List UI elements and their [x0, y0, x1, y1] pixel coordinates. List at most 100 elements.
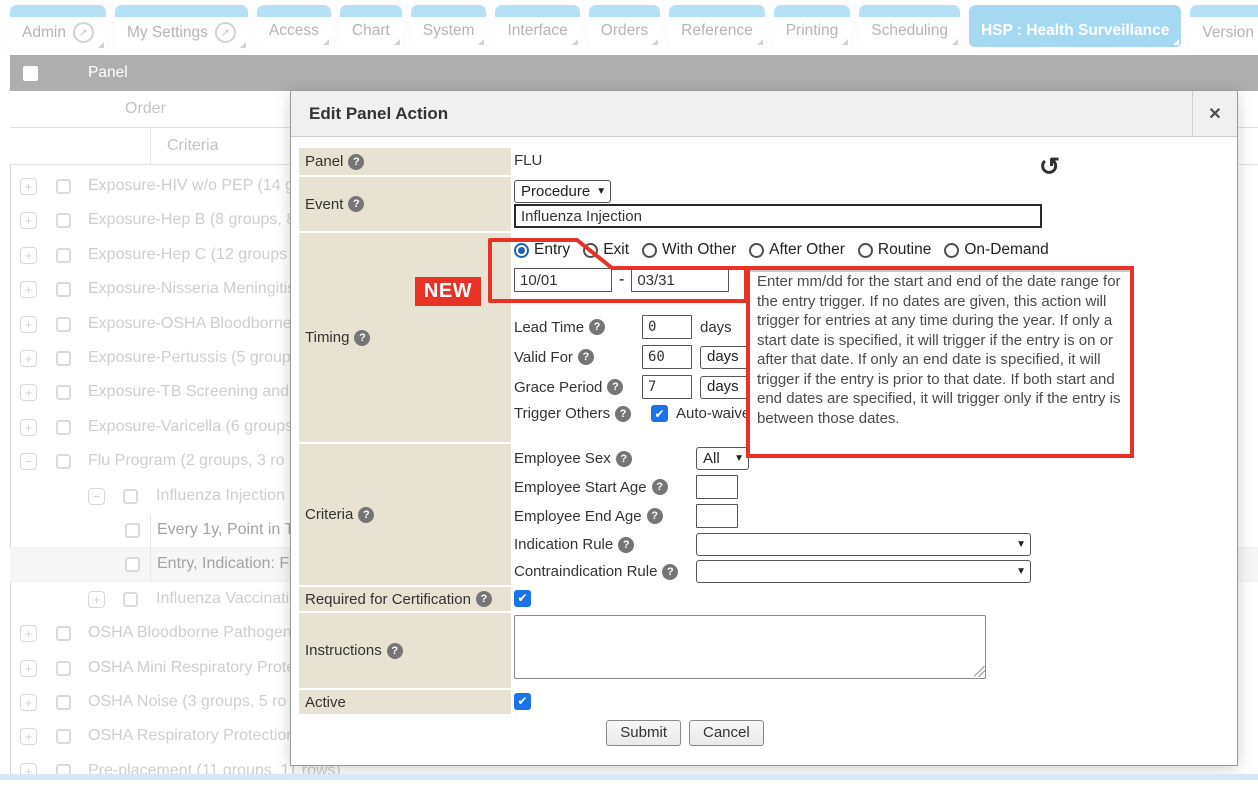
employee-sex-select[interactable]: All [696, 447, 749, 470]
expand-toggle-icon[interactable]: + [20, 660, 37, 677]
expand-toggle-icon[interactable]: + [88, 591, 105, 608]
radio-button-icon[interactable] [944, 243, 959, 258]
collapse-toggle-icon[interactable]: − [88, 488, 105, 505]
lead-time-input[interactable] [642, 315, 692, 339]
expand-toggle-icon[interactable]: + [20, 419, 37, 436]
row-checkbox[interactable] [125, 557, 140, 572]
row-checkbox[interactable] [56, 248, 71, 263]
expand-toggle-icon[interactable]: + [20, 350, 37, 367]
nav-tab-my-settings[interactable]: My Settings [115, 5, 248, 50]
external-link-icon[interactable] [215, 22, 236, 43]
select-all-checkbox[interactable] [23, 66, 38, 81]
nav-tab-version[interactable]: Version [1190, 5, 1258, 50]
radio-label: Routine [878, 241, 931, 259]
valid-for-row: Valid For days [514, 345, 764, 369]
nav-tab-interface[interactable]: Interface [495, 5, 579, 47]
row-checkbox[interactable] [56, 695, 71, 710]
start-date-input[interactable] [514, 268, 612, 292]
event-type-select[interactable]: Procedure [514, 180, 611, 203]
help-icon[interactable] [589, 319, 605, 335]
help-icon[interactable] [348, 154, 364, 170]
contraindication-rule-row: Contraindication Rule [514, 560, 1031, 583]
tab-label: Orders [601, 22, 648, 40]
help-icon[interactable] [354, 330, 370, 346]
help-icon[interactable] [662, 564, 678, 580]
help-icon[interactable] [578, 349, 594, 365]
row-checkbox[interactable] [56, 420, 71, 435]
radio-button-icon[interactable] [642, 243, 657, 258]
external-link-icon[interactable] [73, 22, 94, 43]
help-icon[interactable] [616, 451, 632, 467]
row-checkbox[interactable] [56, 282, 71, 297]
expand-toggle-icon[interactable]: + [20, 384, 37, 401]
instructions-label: Instructions [299, 613, 511, 688]
radio-routine[interactable]: Routine [858, 241, 931, 259]
row-checkbox[interactable] [56, 351, 71, 366]
event-value-input[interactable] [514, 204, 1042, 228]
nav-tab-reference[interactable]: Reference [669, 5, 765, 47]
expand-toggle-icon[interactable]: + [20, 281, 37, 298]
row-checkbox[interactable] [56, 385, 71, 400]
valid-for-input[interactable] [642, 345, 692, 369]
row-checkbox[interactable] [56, 729, 71, 744]
radio-entry[interactable]: Entry [514, 241, 570, 259]
radio-after-other[interactable]: After Other [749, 241, 845, 259]
employee-end-age-input[interactable] [696, 504, 738, 528]
radio-button-icon[interactable] [583, 243, 598, 258]
nav-tab-scheduling[interactable]: Scheduling [859, 5, 960, 47]
nav-tab-printing[interactable]: Printing [774, 5, 851, 47]
indication-rule-select[interactable] [696, 533, 1031, 556]
nav-tab-admin[interactable]: Admin [10, 5, 106, 50]
nav-tab-system[interactable]: System [411, 5, 487, 47]
employee-start-age-input[interactable] [696, 475, 738, 499]
resize-grip-icon[interactable] [974, 666, 985, 677]
row-checkbox[interactable] [56, 213, 71, 228]
expand-toggle-icon[interactable]: + [20, 212, 37, 229]
nav-tab-orders[interactable]: Orders [589, 5, 660, 47]
help-icon[interactable] [348, 196, 364, 212]
row-checkbox[interactable] [56, 317, 71, 332]
expand-toggle-icon[interactable]: + [20, 728, 37, 745]
row-checkbox[interactable] [125, 523, 140, 538]
help-icon[interactable] [652, 479, 668, 495]
required-certification-checkbox[interactable] [514, 590, 531, 607]
radio-button-icon[interactable] [858, 243, 873, 258]
radio-on-demand[interactable]: On-Demand [944, 241, 1048, 259]
contraindication-rule-select[interactable] [696, 560, 1031, 583]
row-checkbox[interactable] [56, 661, 71, 676]
help-icon[interactable] [358, 507, 374, 523]
help-icon[interactable] [615, 406, 631, 422]
radio-with-other[interactable]: With Other [642, 241, 736, 259]
radio-button-icon[interactable] [514, 243, 529, 258]
help-icon[interactable] [647, 508, 663, 524]
radio-exit[interactable]: Exit [583, 241, 629, 259]
nav-tab-chart[interactable]: Chart [340, 5, 402, 47]
active-checkbox[interactable] [514, 693, 531, 710]
submit-button[interactable]: Submit [606, 720, 681, 746]
cancel-button[interactable]: Cancel [689, 720, 764, 746]
nav-tab-hsp-health-surveillance[interactable]: HSP : Health Surveillance [969, 5, 1181, 47]
collapse-toggle-icon[interactable]: − [20, 453, 37, 470]
tree-item-label: OSHA Noise (3 groups, 5 ro [88, 693, 286, 711]
end-date-input[interactable] [631, 268, 729, 292]
trigger-others-checkbox[interactable] [651, 405, 668, 422]
instructions-textarea[interactable] [514, 615, 986, 679]
grace-period-input[interactable] [642, 375, 692, 399]
expand-toggle-icon[interactable]: + [20, 316, 37, 333]
close-icon[interactable]: ✕ [1192, 91, 1237, 137]
help-icon[interactable] [618, 537, 634, 553]
row-checkbox[interactable] [56, 454, 71, 469]
expand-toggle-icon[interactable]: + [20, 625, 37, 642]
radio-button-icon[interactable] [749, 243, 764, 258]
help-icon[interactable] [387, 643, 403, 659]
row-checkbox[interactable] [56, 179, 71, 194]
expand-toggle-icon[interactable]: + [20, 247, 37, 264]
expand-toggle-icon[interactable]: + [20, 178, 37, 195]
nav-tab-access[interactable]: Access [257, 5, 331, 47]
row-checkbox[interactable] [123, 592, 138, 607]
row-checkbox[interactable] [56, 626, 71, 641]
row-checkbox[interactable] [123, 489, 138, 504]
help-icon[interactable] [476, 591, 492, 607]
expand-toggle-icon[interactable]: + [20, 694, 37, 711]
help-icon[interactable] [607, 379, 623, 395]
